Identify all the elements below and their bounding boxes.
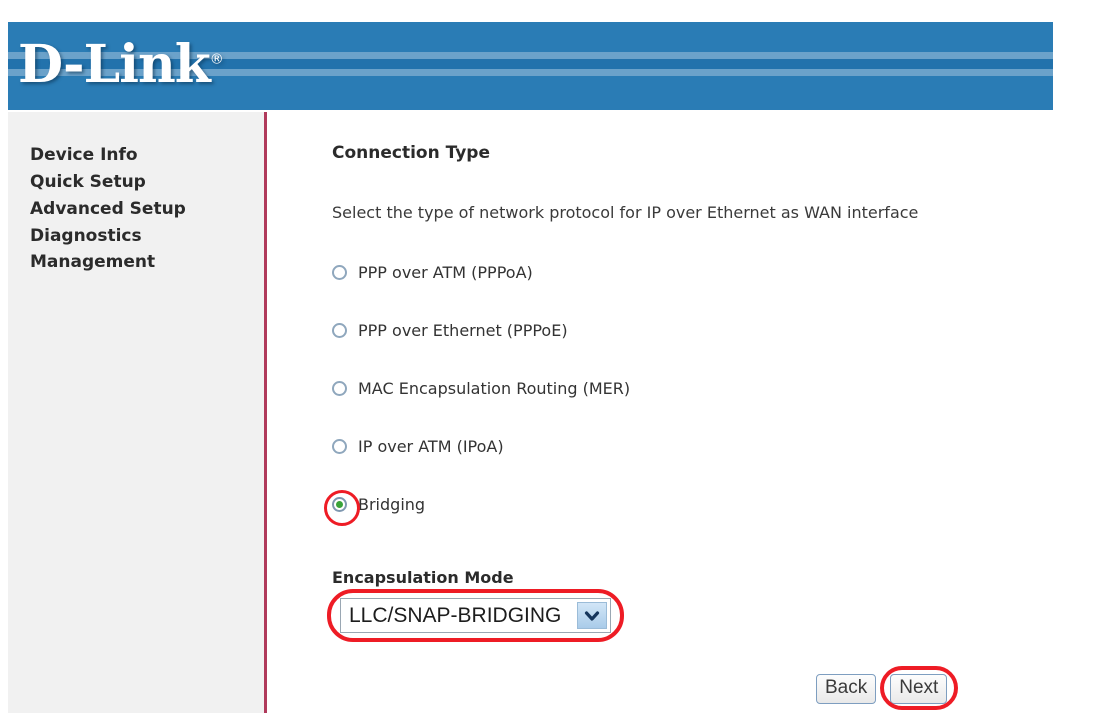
sidebar-item-management[interactable]: Management (30, 249, 260, 276)
radio-option-ipoa[interactable]: IP over ATM (IPoA) (332, 427, 630, 466)
chevron-down-icon[interactable] (577, 602, 607, 629)
wizard-button-bar: Back Next (816, 666, 959, 710)
back-button[interactable]: Back (816, 674, 877, 704)
page-description: Select the type of network protocol for … (332, 203, 919, 222)
radio-icon-pppoa[interactable] (332, 265, 347, 280)
dlink-banner: D-Link® (8, 22, 1053, 110)
registered-trademark-icon: ® (209, 51, 224, 68)
sidebar: Device Info Quick Setup Advanced Setup D… (8, 112, 265, 713)
radio-label-mer: MAC Encapsulation Routing (MER) (358, 379, 631, 398)
radio-option-bridging[interactable]: Bridging (324, 485, 630, 526)
encapsulation-mode-select[interactable]: LLC/SNAP-BRIDGING (340, 598, 611, 633)
radio-icon-ipoa[interactable] (332, 439, 347, 454)
next-button-wrapper: Next (880, 666, 959, 710)
sidebar-item-device-info[interactable]: Device Info (30, 142, 260, 169)
radio-label-pppoa: PPP over ATM (PPPoA) (358, 263, 533, 282)
radio-icon-bridging-selected[interactable] (332, 497, 347, 512)
main-content: Connection Type Select the type of netwo… (270, 112, 1107, 713)
sidebar-nav: Device Info Quick Setup Advanced Setup D… (30, 142, 260, 276)
radio-icon-mer[interactable] (332, 381, 347, 396)
sidebar-item-diagnostics[interactable]: Diagnostics (30, 223, 260, 250)
connection-type-radio-group: PPP over ATM (PPPoA) PPP over Ethernet (… (324, 253, 630, 543)
dlink-logo-text: D-Link (18, 34, 211, 95)
radio-label-bridging: Bridging (358, 495, 426, 514)
radio-option-mer[interactable]: MAC Encapsulation Routing (MER) (332, 369, 630, 408)
radio-label-ipoa: IP over ATM (IPoA) (358, 437, 504, 456)
radio-option-pppoa[interactable]: PPP over ATM (PPPoA) (332, 253, 630, 292)
radio-option-pppoe[interactable]: PPP over Ethernet (PPPoE) (332, 311, 630, 350)
encapsulation-mode-value: LLC/SNAP-BRIDGING (349, 603, 562, 627)
next-button[interactable]: Next (890, 674, 948, 704)
page-title: Connection Type (332, 143, 490, 163)
sidebar-divider (264, 112, 267, 713)
encapsulation-mode-label: Encapsulation Mode (332, 568, 514, 587)
sidebar-item-quick-setup[interactable]: Quick Setup (30, 169, 260, 196)
dlink-logo: D-Link® (18, 34, 224, 95)
encapsulation-mode-select-wrapper: LLC/SNAP-BRIDGING (327, 589, 624, 642)
radio-label-pppoe: PPP over Ethernet (PPPoE) (358, 321, 568, 340)
sidebar-item-advanced-setup[interactable]: Advanced Setup (30, 196, 260, 223)
radio-icon-pppoe[interactable] (332, 323, 347, 338)
